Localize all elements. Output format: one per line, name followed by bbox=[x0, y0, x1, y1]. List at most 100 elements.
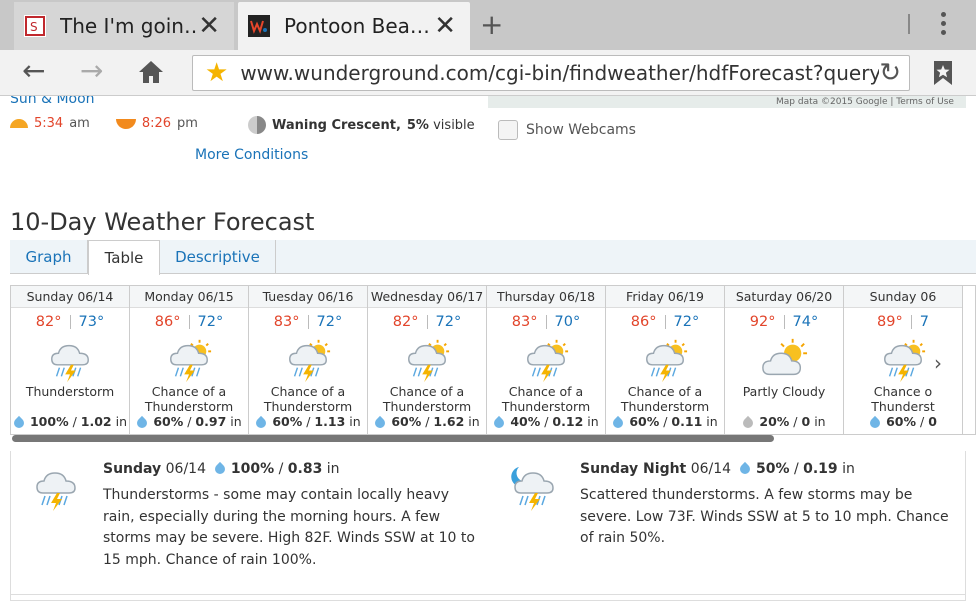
thunderstorm-icon bbox=[29, 463, 83, 517]
browser-tab-strip: S The I'm goin… ✕ Pontoon Bea… ✕ + bbox=[0, 0, 976, 50]
close-tab-icon[interactable]: ✕ bbox=[434, 11, 456, 41]
forecast-day-column[interactable]: Saturday 06/20 92° 74° Partly Cloudy 20% / 0… bbox=[725, 286, 844, 434]
raindrop-icon bbox=[737, 461, 753, 477]
day-name: Monday 06/15 bbox=[130, 286, 248, 308]
overflow-menu-icon[interactable] bbox=[936, 8, 950, 42]
detail-text: Thunderstorms - some may contain locally… bbox=[103, 487, 475, 568]
browser-toolbar: ← → ★ www.wunderground.com/cgi-bin/findw… bbox=[0, 50, 976, 96]
svg-text:S: S bbox=[30, 20, 38, 34]
high-temp: 83° bbox=[273, 314, 300, 330]
raindrop-icon bbox=[868, 415, 883, 430]
raindrop-icon bbox=[741, 415, 756, 430]
more-conditions-link[interactable]: More Conditions bbox=[195, 147, 308, 163]
browser-tab-active[interactable]: Pontoon Bea… ✕ bbox=[238, 2, 470, 50]
back-arrow-icon[interactable]: ← bbox=[22, 54, 45, 87]
sunset-time: 8:26 bbox=[141, 116, 172, 131]
condition-text: Partly Cloudy bbox=[742, 384, 826, 399]
detail-day-name: Sunday bbox=[103, 461, 162, 477]
detail-unit: in bbox=[842, 461, 855, 477]
raindrop-icon bbox=[611, 415, 626, 430]
day-name: Sunday 06 bbox=[844, 286, 962, 308]
high-temp: 89° bbox=[877, 314, 903, 330]
detail-text: Scattered thunderstorms. A few storms ma… bbox=[580, 487, 949, 546]
detail-date: 06/14 bbox=[690, 461, 732, 477]
day-name: Thursday 06/18 bbox=[487, 286, 605, 308]
thunderstorm-icon bbox=[42, 336, 98, 384]
new-tab-button[interactable]: + bbox=[480, 8, 503, 41]
moon-suffix: visible bbox=[433, 117, 475, 133]
high-temp: 86° bbox=[630, 314, 657, 330]
detail-amt: 0.83 bbox=[287, 461, 323, 477]
forward-arrow-icon[interactable]: → bbox=[80, 54, 103, 87]
forecast-table[interactable]: Sunday 06/14 82° 73° Thunderstorm 100% / 1.0… bbox=[10, 285, 976, 435]
low-temp: 74° bbox=[792, 314, 819, 330]
condition-text: Chance o Thunderst bbox=[871, 384, 935, 414]
forecast-day-column[interactable]: Monday 06/15 86° 72° Chance of a Thunderstor… bbox=[130, 286, 249, 434]
detail-pct: 100% bbox=[230, 461, 275, 477]
page-content: Sun & Moon 5:34 am 8:26 pm Waning Cresce… bbox=[0, 96, 976, 610]
horizontal-scrollbar[interactable] bbox=[12, 435, 774, 442]
reload-icon[interactable]: ↻ bbox=[879, 58, 901, 88]
webcams-label: Show Webcams bbox=[526, 122, 636, 138]
detail-night: Sunday Night 06/14 50% / 0.19 in Scatter… bbox=[580, 461, 960, 550]
forecast-day-column[interactable]: Thursday 06/18 83° 70° Chance of a Thunderst… bbox=[487, 286, 606, 434]
low-temp: 72° bbox=[673, 314, 700, 330]
sun-moon-link[interactable]: Sun & Moon bbox=[10, 96, 95, 107]
low-temp: 72° bbox=[197, 314, 224, 330]
condition-text: Thunderstorm bbox=[25, 384, 115, 399]
detail-day: Sunday 06/14 100% / 0.83 in Thunderstorm… bbox=[103, 461, 483, 571]
day-temps: 82° 72° bbox=[368, 308, 486, 336]
map-credit: Map data ©2015 Google | Terms of Use bbox=[776, 97, 954, 107]
chance-tstorm-icon bbox=[518, 336, 574, 384]
forecast-title: 10-Day Weather Forecast bbox=[10, 208, 315, 236]
bookmark-icon[interactable] bbox=[932, 60, 954, 86]
sunrise-icon bbox=[10, 119, 28, 128]
webcams-checkbox[interactable] bbox=[498, 120, 518, 140]
wunderground-favicon-icon bbox=[248, 15, 270, 37]
forecast-day-column[interactable]: Tuesday 06/16 83° 72° Chance of a Thundersto… bbox=[249, 286, 368, 434]
night-tstorm-icon bbox=[507, 463, 561, 517]
tab-table[interactable]: Table bbox=[88, 240, 160, 275]
tab-descriptive[interactable]: Descriptive bbox=[160, 240, 276, 274]
precipitation: 60% / 0.97 in bbox=[130, 414, 249, 430]
low-temp: 73° bbox=[78, 314, 105, 330]
precipitation: 60% / 1.13 in bbox=[249, 414, 368, 430]
url-text[interactable]: www.wunderground.com/cgi-bin/findweather… bbox=[240, 61, 879, 85]
day-name: Saturday 06/20 bbox=[725, 286, 843, 308]
forecast-day-column[interactable]: Friday 06/19 86° 72° Chance of a Thunderstor… bbox=[606, 286, 725, 434]
show-webcams-toggle[interactable]: Show Webcams bbox=[498, 120, 636, 140]
sunrise-time: 5:34 bbox=[34, 116, 64, 131]
sunset-icon bbox=[115, 118, 136, 129]
day-name: Wednesday 06/17 bbox=[368, 286, 486, 308]
raindrop-icon bbox=[373, 415, 388, 430]
condition-text: Chance of a Thunderstorm bbox=[382, 384, 472, 414]
star-icon[interactable]: ★ bbox=[205, 58, 228, 88]
day-name: Friday 06/19 bbox=[606, 286, 724, 308]
site-favicon-icon: S bbox=[24, 15, 46, 37]
chance-tstorm-icon bbox=[399, 336, 455, 384]
tab-graph[interactable]: Graph bbox=[10, 240, 88, 274]
chance-tstorm-icon bbox=[875, 336, 931, 384]
forecast-detail: Sunday 06/14 100% / 0.83 in Thunderstorm… bbox=[10, 451, 966, 601]
precipitation: 60% / 0 bbox=[844, 414, 963, 430]
precipitation: 40% / 0.12 in bbox=[487, 414, 606, 430]
chevron-right-icon[interactable]: › bbox=[934, 351, 942, 375]
day-temps: 83° 72° bbox=[249, 308, 367, 336]
forecast-day-column[interactable]: Wednesday 06/17 82° 72° Chance of a Thunders… bbox=[368, 286, 487, 434]
browser-tab[interactable]: S The I'm goin… ✕ bbox=[14, 2, 234, 50]
address-bar[interactable]: ★ www.wunderground.com/cgi-bin/findweath… bbox=[192, 55, 910, 91]
close-tab-icon[interactable]: ✕ bbox=[198, 11, 220, 41]
low-temp: 72° bbox=[316, 314, 343, 330]
day-temps: 86° 72° bbox=[606, 308, 724, 336]
low-temp: 7 bbox=[919, 314, 929, 330]
moon-phase-name: Waning Crescent, bbox=[272, 117, 401, 133]
home-icon[interactable] bbox=[137, 59, 165, 85]
forecast-day-column[interactable]: Sunday 06/14 82° 73° Thunderstorm 100% / 1.0… bbox=[11, 286, 130, 434]
precipitation: 20% / 0 in bbox=[725, 414, 844, 430]
day-temps: 89° 7 bbox=[844, 308, 962, 336]
day-name: Sunday 06/14 bbox=[11, 286, 129, 308]
raindrop-icon bbox=[11, 415, 27, 430]
forecast-day-column[interactable]: Sunday 06 89° 7 Chance o Thunderst 60% / 0 bbox=[844, 286, 963, 434]
detail-pct: 50% bbox=[755, 461, 790, 477]
chance-tstorm-icon bbox=[637, 336, 693, 384]
